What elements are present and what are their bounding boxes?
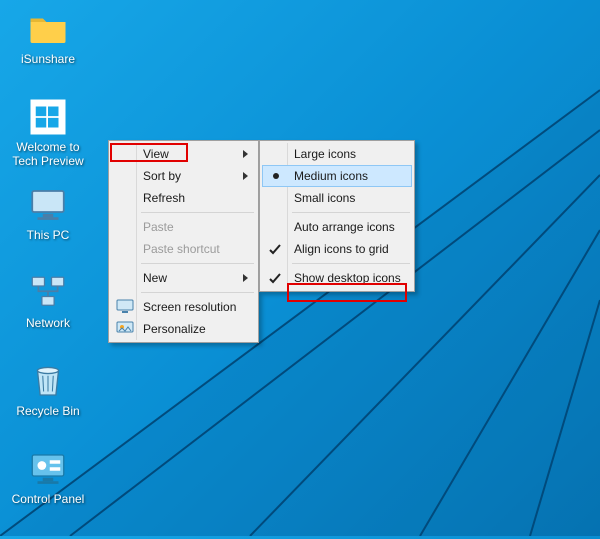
this-pc-icon [27, 184, 69, 226]
submenu-item-medium-icons[interactable]: Medium icons [262, 165, 412, 187]
menu-item-label: Align icons to grid [294, 242, 389, 256]
windows-logo-icon [27, 96, 69, 138]
menu-item-label: Large icons [294, 147, 356, 161]
screen-resolution-icon [116, 299, 134, 315]
submenu-item-large-icons[interactable]: Large icons [262, 143, 412, 165]
menu-item-label: Personalize [143, 322, 206, 336]
menu-item-label: Paste shortcut [143, 242, 220, 256]
menu-item-new[interactable]: New [111, 267, 256, 289]
menu-separator [292, 263, 410, 264]
menu-item-label: Medium icons [294, 169, 368, 183]
desktop-icon-label: iSunshare [21, 53, 75, 67]
folder-icon [27, 8, 69, 50]
menu-item-screen-resolution[interactable]: Screen resolution [111, 296, 256, 318]
desktop-icon-welcome[interactable]: Welcome to Tech Preview [6, 94, 90, 178]
menu-item-label: Paste [143, 220, 174, 234]
menu-item-label: Sort by [143, 169, 181, 183]
menu-item-label: Refresh [143, 191, 185, 205]
menu-item-label: Auto arrange icons [294, 220, 395, 234]
submenu-item-align-grid[interactable]: Align icons to grid [262, 238, 412, 260]
submenu-arrow-icon [243, 150, 248, 158]
submenu-item-show-desktop-icons[interactable]: Show desktop icons [262, 267, 412, 289]
desktop-icon-label: Recycle Bin [16, 405, 79, 419]
menu-item-label: Show desktop icons [294, 271, 401, 285]
check-icon [268, 271, 282, 285]
menu-item-paste-shortcut: Paste shortcut [111, 238, 256, 260]
menu-separator [292, 212, 410, 213]
menu-separator [141, 212, 254, 213]
desktop-icon-this-pc[interactable]: This PC [6, 182, 90, 266]
menu-item-label: Screen resolution [143, 300, 236, 314]
recycle-bin-icon [27, 360, 69, 402]
submenu-arrow-icon [243, 274, 248, 282]
menu-separator [141, 292, 254, 293]
desktop-icon-label: Network [26, 317, 70, 331]
desktop-icon-control-panel[interactable]: Control Panel [6, 446, 90, 530]
desktop-icon-label: Control Panel [12, 493, 85, 507]
menu-item-label: Small icons [294, 191, 355, 205]
menu-item-personalize[interactable]: Personalize [111, 318, 256, 340]
menu-item-label: New [143, 271, 167, 285]
desktop-icon-isunshare[interactable]: iSunshare [6, 6, 90, 90]
desktop-icon-recycle-bin[interactable]: Recycle Bin [6, 358, 90, 442]
submenu-arrow-icon [243, 172, 248, 180]
desktop-icon-label: Welcome to Tech Preview [6, 141, 90, 169]
menu-item-label: View [143, 147, 169, 161]
submenu-item-small-icons[interactable]: Small icons [262, 187, 412, 209]
menu-item-view[interactable]: View [111, 143, 256, 165]
menu-separator [141, 263, 254, 264]
personalize-icon [116, 321, 134, 337]
control-panel-icon [27, 448, 69, 490]
menu-item-paste: Paste [111, 216, 256, 238]
desktop-icon-network[interactable]: Network [6, 270, 90, 354]
menu-item-refresh[interactable]: Refresh [111, 187, 256, 209]
check-icon [268, 242, 282, 256]
submenu-item-auto-arrange[interactable]: Auto arrange icons [262, 216, 412, 238]
network-icon [27, 272, 69, 314]
view-submenu: Large icons Medium icons Small icons Aut… [259, 140, 415, 292]
desktop-icon-label: This PC [27, 229, 70, 243]
radio-bullet-icon [273, 173, 279, 179]
desktop-context-menu: View Sort by Refresh Paste Paste shortcu… [108, 140, 259, 343]
menu-item-sort-by[interactable]: Sort by [111, 165, 256, 187]
